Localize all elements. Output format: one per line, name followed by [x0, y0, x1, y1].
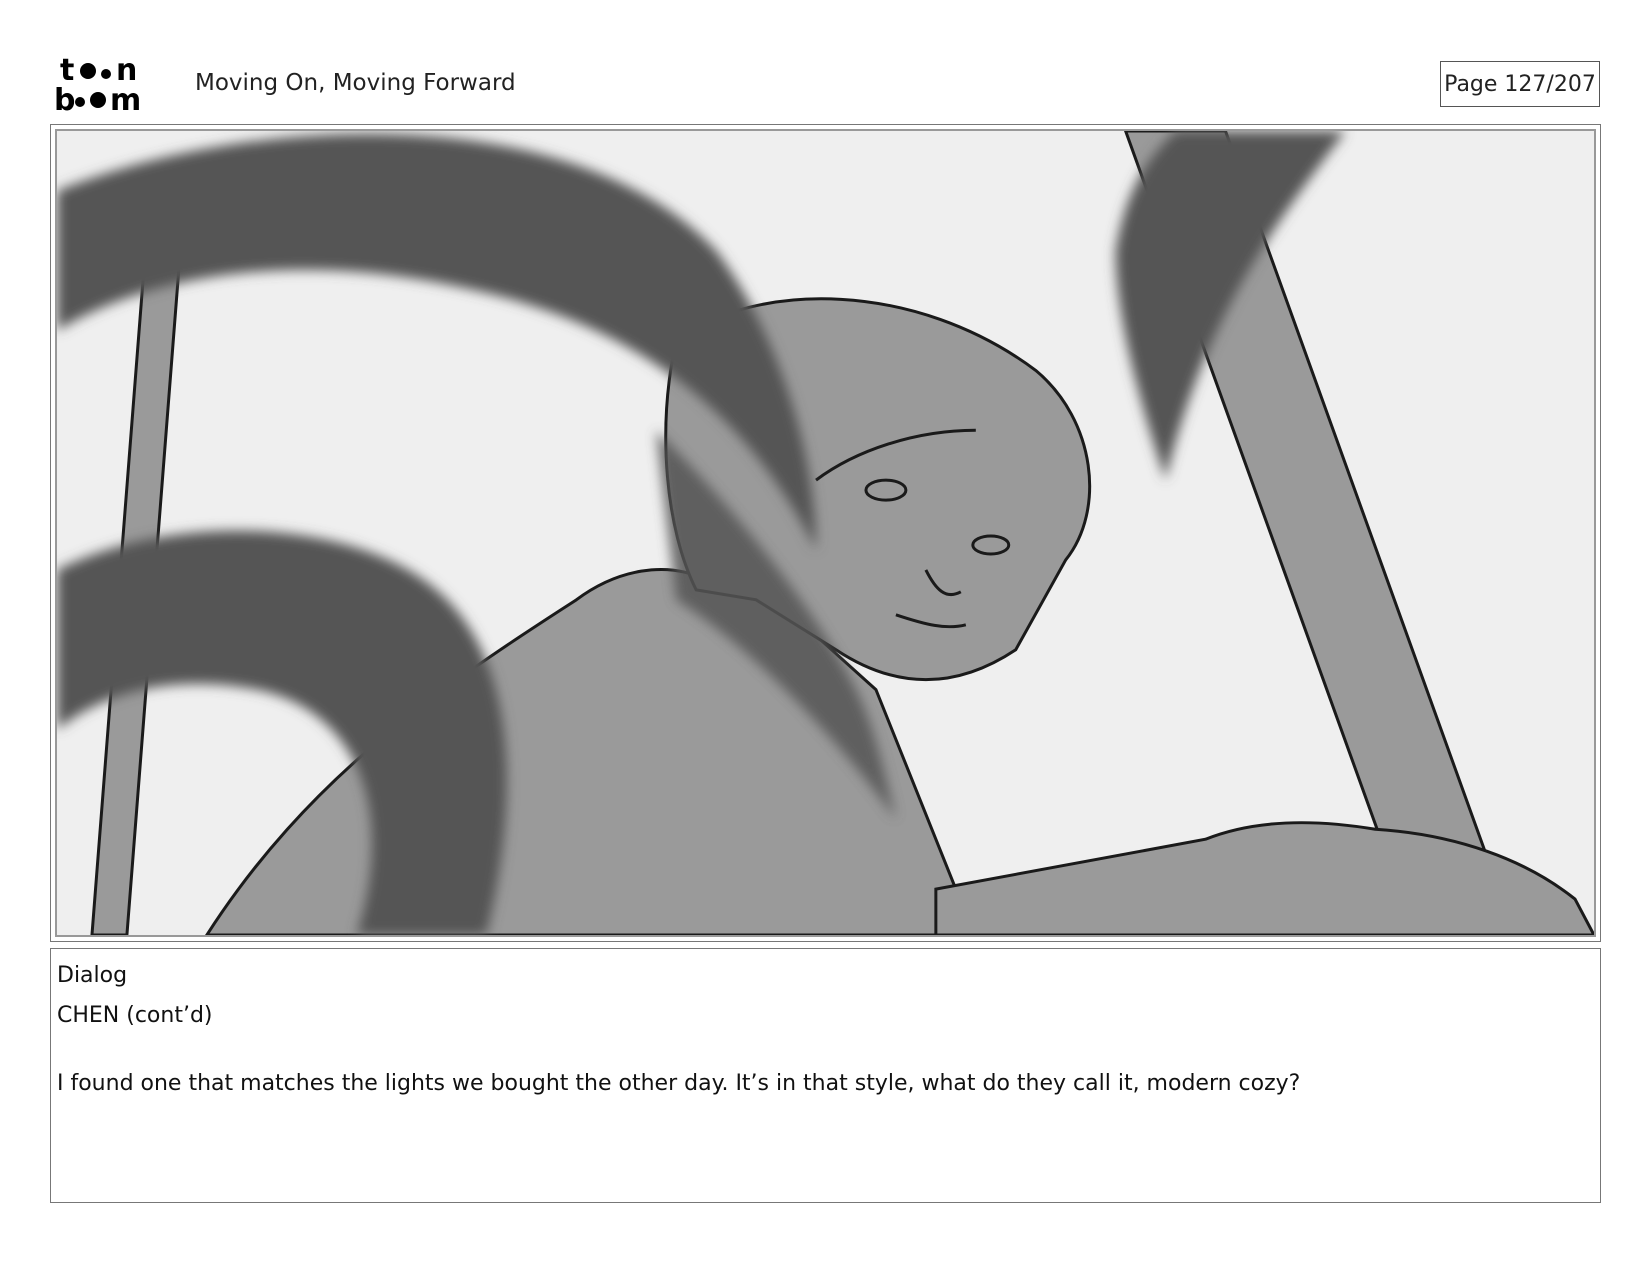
panel-artwork — [55, 129, 1596, 937]
logo-mark-icon: t n b m — [54, 53, 141, 118]
svg-text:b: b — [54, 83, 75, 116]
dialog-speaker: CHEN (cont’d) — [57, 1003, 213, 1028]
toon-boom-logo: t n b m — [54, 53, 170, 118]
sketch-illustration — [57, 131, 1594, 935]
storyboard-panel — [50, 124, 1601, 942]
svg-text:m: m — [110, 83, 141, 116]
document-title: Moving On, Moving Forward — [195, 70, 516, 96]
dialog-box: Dialog CHEN (cont’d) I found one that ma… — [50, 948, 1601, 1203]
page-number-badge: Page 127/207 — [1440, 61, 1600, 107]
dialog-label: Dialog — [57, 963, 128, 988]
dialog-line: I found one that matches the lights we b… — [57, 1071, 1301, 1096]
